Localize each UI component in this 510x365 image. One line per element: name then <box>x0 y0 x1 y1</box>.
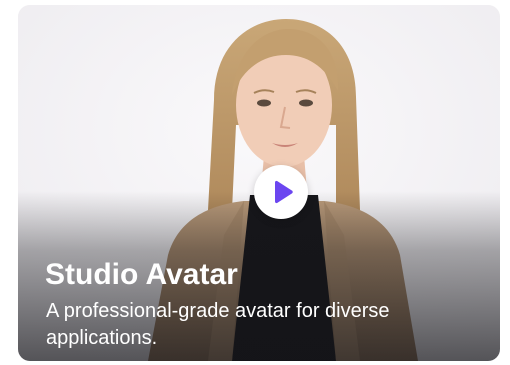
card-description: A professional-grade avatar for diverse … <box>46 300 390 349</box>
card-title: Studio Avatar <box>45 258 238 291</box>
play-icon <box>275 180 293 204</box>
avatar-card[interactable]: Studio Avatar A professional-grade avata… <box>18 5 500 361</box>
play-button[interactable] <box>254 165 308 219</box>
